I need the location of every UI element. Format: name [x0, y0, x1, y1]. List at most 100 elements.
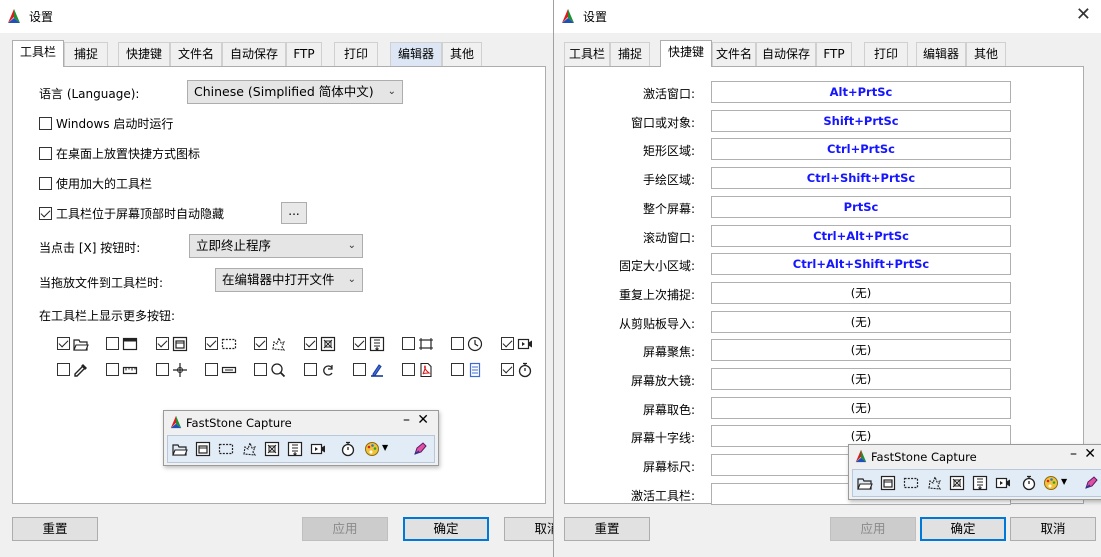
checkbox-checked[interactable] [303, 337, 317, 350]
checkbox[interactable] [39, 177, 52, 190]
hotkey-field[interactable]: Alt+PrtSc [711, 81, 1011, 103]
tab-ftp[interactable]: FTP [816, 42, 852, 66]
checkbox[interactable] [155, 363, 169, 376]
close-icon[interactable]: ✕ [1076, 5, 1091, 25]
hotkey-field[interactable]: Ctrl+Alt+PrtSc [711, 224, 1011, 247]
checkbox-checked[interactable] [39, 207, 52, 220]
checkbox[interactable] [39, 117, 52, 130]
hotkey-field[interactable]: Ctrl+PrtSc [711, 138, 1011, 161]
tab-editor[interactable]: 编辑器 [916, 42, 966, 66]
timer-icon[interactable] [340, 441, 356, 457]
tab-capture[interactable]: 捕捉 [610, 42, 650, 66]
checkbox-checked[interactable] [254, 337, 268, 350]
hotkey-field[interactable]: (无) [711, 281, 1011, 304]
paint-palette-icon[interactable] [1043, 475, 1059, 491]
hotkey-field[interactable]: Ctrl+Shift+PrtSc [711, 167, 1011, 190]
cancel-button[interactable]: 取消 [504, 517, 556, 541]
language-select[interactable]: Chinese (Simplified 简体中文) ⌄ [187, 80, 403, 104]
ok-button[interactable]: 确定 [403, 517, 489, 541]
tab-hotkeys[interactable]: 快捷键 [660, 40, 712, 67]
checkbox[interactable] [39, 147, 52, 160]
checkbox[interactable] [254, 363, 268, 376]
option-auto-hide-toolbar[interactable]: 工具栏位于屏幕顶部时自动隐藏 [39, 205, 224, 222]
checkbox[interactable] [303, 363, 317, 376]
tab-other[interactable]: 其他 [442, 42, 482, 66]
faststone-capture-toolbar[interactable]: FastStone Capture – ✕ ▼ [848, 444, 1101, 500]
drop-action-select[interactable]: 在编辑器中打开文件 ⌄ [215, 268, 363, 292]
checkbox-checked[interactable] [500, 363, 514, 376]
checkbox[interactable] [402, 363, 416, 376]
hotkey-field[interactable]: (无) [711, 396, 1011, 419]
hotkey-field[interactable]: (无) [711, 368, 1011, 390]
hotkey-field[interactable]: (无) [711, 310, 1011, 333]
minimize-icon[interactable]: – [403, 412, 410, 428]
video-icon[interactable] [310, 441, 326, 457]
checkbox[interactable] [106, 337, 120, 350]
pen-settings-icon[interactable] [412, 441, 428, 457]
dropdown-arrow-icon[interactable]: ▼ [1061, 477, 1067, 486]
close-icon[interactable]: ✕ [417, 412, 429, 428]
auto-hide-options-button[interactable]: ... [281, 202, 307, 224]
tab-toolbar[interactable]: 工具栏 [12, 40, 64, 67]
tab-filename[interactable]: 文件名 [170, 42, 222, 66]
hotkey-field[interactable]: (无) [711, 339, 1011, 362]
checkbox-checked[interactable] [155, 337, 169, 350]
checkbox[interactable] [57, 363, 70, 376]
tab-hotkeys[interactable]: 快捷键 [118, 42, 170, 66]
tab-capture[interactable]: 捕捉 [64, 42, 108, 66]
apply-button[interactable]: 应用 [830, 517, 916, 541]
close-icon[interactable]: ✕ [1084, 446, 1096, 462]
open-folder-icon[interactable] [172, 441, 188, 457]
reset-button[interactable]: 重置 [12, 517, 98, 541]
option-desktop-shortcut[interactable]: 在桌面上放置快捷方式图标 [39, 145, 200, 162]
option-large-toolbar[interactable]: 使用加大的工具栏 [39, 175, 152, 192]
ok-button[interactable]: 确定 [920, 517, 1006, 541]
checkbox-checked[interactable] [500, 337, 514, 350]
checkbox-checked[interactable] [204, 337, 218, 350]
hotkey-field[interactable]: Shift+PrtSc [711, 109, 1011, 132]
tab-print[interactable]: 打印 [864, 42, 908, 66]
checkbox[interactable] [402, 337, 416, 350]
rectangle-icon[interactable] [903, 475, 919, 491]
scroll-window-icon[interactable] [972, 475, 988, 491]
hotkey-field[interactable]: PrtSc [711, 195, 1011, 218]
tab-other[interactable]: 其他 [966, 42, 1006, 66]
dropdown-arrow-icon[interactable]: ▼ [382, 443, 388, 452]
scroll-window-icon[interactable] [287, 441, 303, 457]
tab-ftp[interactable]: FTP [286, 42, 322, 66]
checkbox-checked[interactable] [57, 337, 70, 350]
open-folder-icon [73, 336, 89, 352]
minimize-icon[interactable]: – [1070, 446, 1077, 462]
hotkey-field[interactable]: Ctrl+Alt+Shift+PrtSc [711, 253, 1011, 276]
option-run-at-startup[interactable]: Windows 启动时运行 [39, 115, 173, 132]
fullscreen-icon[interactable] [949, 475, 965, 491]
tab-filename[interactable]: 文件名 [712, 42, 756, 66]
pen-settings-icon[interactable] [1083, 475, 1099, 491]
faststone-capture-toolbar[interactable]: FastStone Capture – ✕ ▼ [163, 410, 439, 466]
freehand-icon[interactable] [241, 441, 257, 457]
checkbox[interactable] [451, 363, 465, 376]
open-folder-icon[interactable] [857, 475, 873, 491]
tab-editor[interactable]: 编辑器 [390, 42, 442, 66]
paint-palette-icon[interactable] [364, 441, 380, 457]
window-object-icon[interactable] [880, 475, 896, 491]
tab-autosave[interactable]: 自动保存 [756, 42, 816, 66]
close-action-select[interactable]: 立即终止程序 ⌄ [189, 234, 363, 258]
checkbox[interactable] [106, 363, 120, 376]
fullscreen-icon[interactable] [264, 441, 280, 457]
checkbox[interactable] [451, 337, 465, 350]
checkbox-checked[interactable] [352, 337, 366, 350]
window-object-icon[interactable] [195, 441, 211, 457]
tab-autosave[interactable]: 自动保存 [222, 42, 286, 66]
checkbox[interactable] [204, 363, 218, 376]
checkbox[interactable] [352, 363, 366, 376]
rectangle-icon[interactable] [218, 441, 234, 457]
reset-button[interactable]: 重置 [564, 517, 650, 541]
timer-icon[interactable] [1021, 475, 1037, 491]
cancel-button[interactable]: 取消 [1010, 517, 1096, 541]
tab-print[interactable]: 打印 [334, 42, 378, 66]
apply-button[interactable]: 应用 [302, 517, 388, 541]
freehand-icon[interactable] [926, 475, 942, 491]
tab-toolbar[interactable]: 工具栏 [564, 42, 610, 66]
video-icon[interactable] [995, 475, 1011, 491]
